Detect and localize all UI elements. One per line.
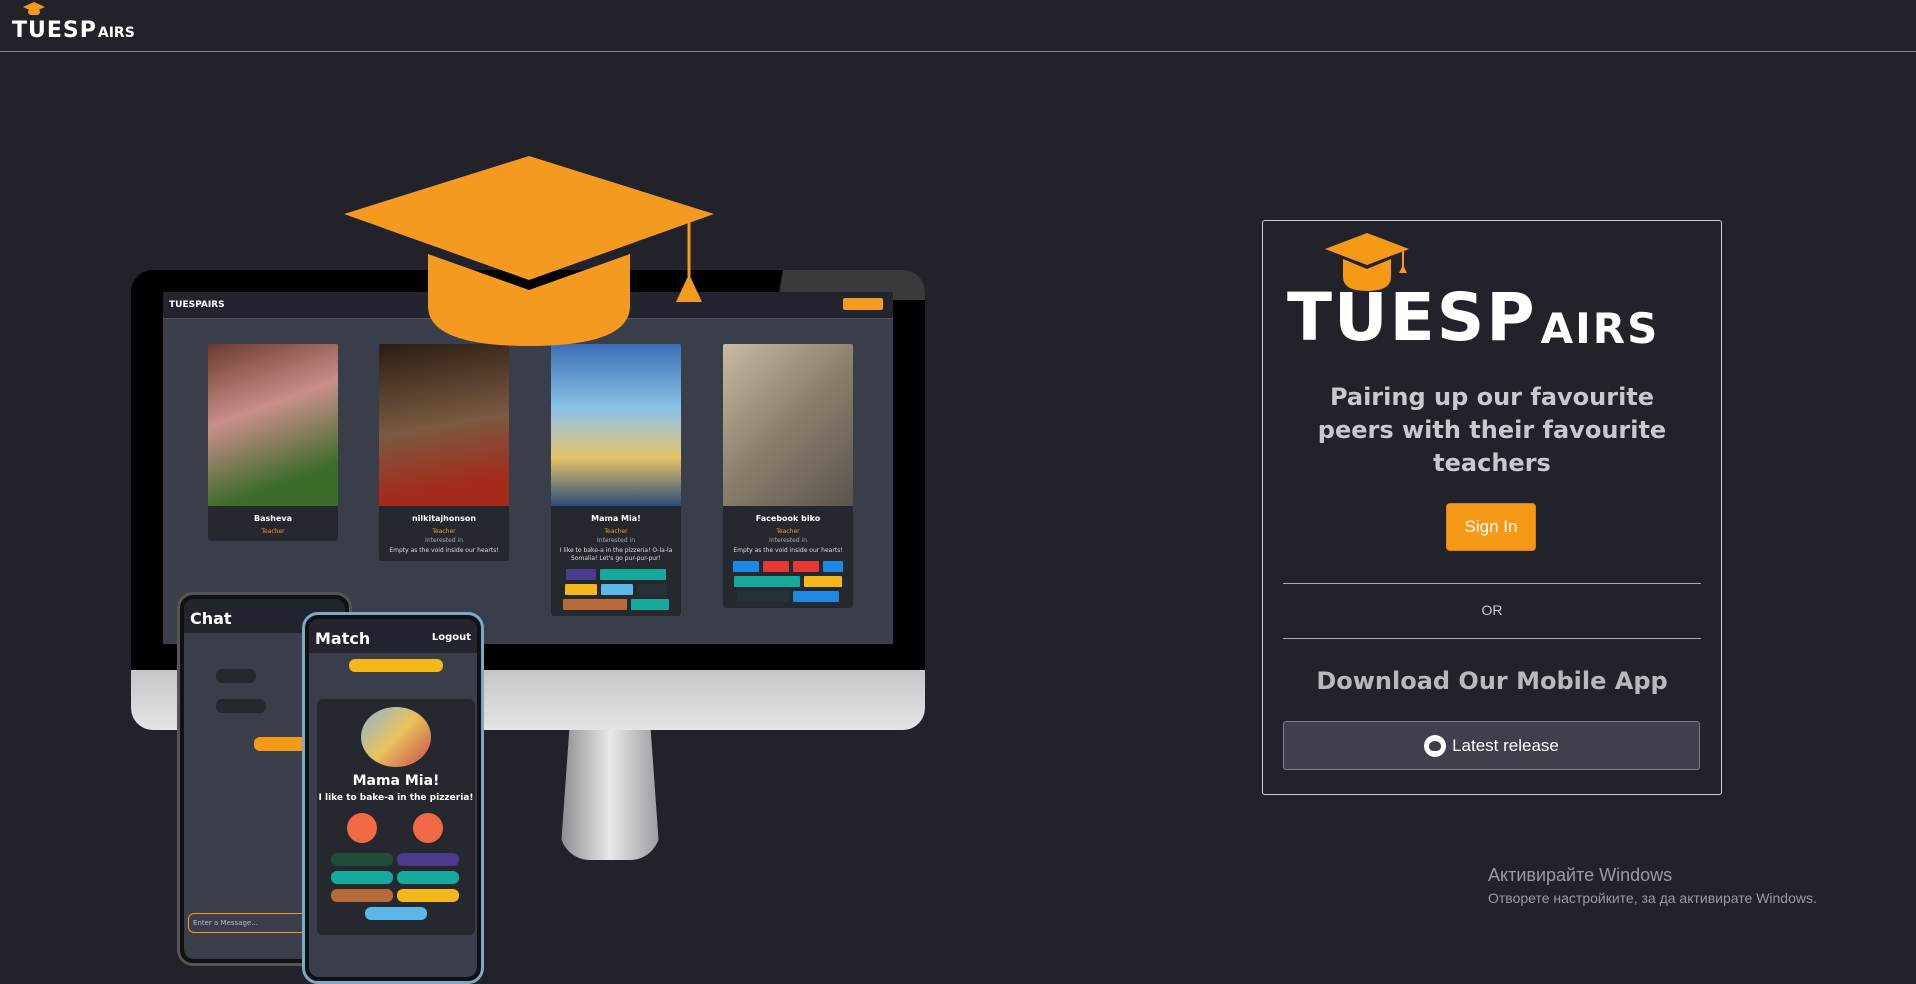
divider [1283, 583, 1701, 584]
phone-logout-label: Logout [431, 632, 471, 643]
navbar-logo[interactable]: TUESP AIRS [12, 2, 135, 43]
panel-logo-suffix: AIRS [1540, 304, 1660, 353]
card-interested: Interested in [769, 537, 807, 544]
tagline: Pairing up our favourite peers with thei… [1317, 383, 1667, 477]
card-name: Mama Mia! [591, 514, 641, 523]
match-desc: I like to bake-a in the pizzeria! [318, 793, 474, 803]
panel-logo: TUESP AIRS [1287, 233, 1697, 353]
panel-logo-main: TUESP [1287, 279, 1537, 356]
phone-match-title: Match [315, 629, 371, 648]
card-role: Teacher [776, 528, 800, 535]
divider [1283, 638, 1701, 639]
download-heading: Download Our Mobile App [1316, 667, 1668, 695]
card-name: Basheva [254, 514, 292, 523]
latest-release-button[interactable]: Latest release [1283, 721, 1700, 770]
windows-activation-watermark: Активирайте Windows Отворете настройките… [1488, 865, 1817, 906]
card-role: Teacher [432, 528, 456, 535]
card-name: nilkitajhonson [411, 514, 477, 523]
hero-illustration: TUESPAIRS Basheva Teacher nilkitajhonson… [0, 52, 1000, 984]
card-role: Teacher [261, 528, 285, 535]
card-interested: Interested in [597, 537, 635, 544]
watermark-line1: Активирайте Windows [1488, 865, 1673, 885]
latest-release-label: Latest release [1452, 735, 1559, 755]
or-separator: OR [1481, 602, 1503, 618]
card-interested: Interested in [425, 537, 463, 544]
graduation-cap-icon [344, 156, 714, 346]
match-button [347, 813, 377, 843]
logo-text-main: TUESP [12, 18, 97, 43]
card-name: Facebook biko [755, 514, 821, 523]
phone-match-mockup: Match Logout Mama Mia! I like to bake-a … [302, 612, 484, 984]
logo-text-suffix: AIRS [97, 25, 135, 41]
card-desc: Empty as the void inside our hearts! [733, 547, 843, 554]
watermark-line2: Отворете настройките, за да активирате W… [1488, 890, 1817, 906]
profile-card: Basheva Teacher [208, 344, 338, 541]
github-icon [1424, 734, 1447, 757]
sign-in-button[interactable]: Sign In [1446, 503, 1536, 551]
card-role: Teacher [604, 528, 628, 535]
graduation-cap-icon [23, 2, 45, 15]
sign-out-button [843, 298, 883, 310]
match-avatar [361, 707, 431, 767]
profile-card: Facebook biko Teacher Interested in Empt… [723, 344, 853, 608]
card-desc: I like to bake-a in the pizzeria! O-la-l… [559, 547, 673, 562]
monitor-stand [560, 720, 660, 860]
top-navbar: TUESP AIRS [0, 0, 1916, 52]
match-card: Mama Mia! I like to bake-a in the pizzer… [317, 699, 475, 935]
skip-button [413, 813, 443, 843]
card-desc: Empty as the void inside our hearts! [389, 547, 499, 554]
phone-chat-title: Chat [190, 609, 232, 628]
profile-card: Mama Mia! Teacher Interested in I like t… [551, 344, 681, 616]
match-name: Mama Mia! [352, 773, 440, 789]
screen-logo: TUESPAIRS [169, 300, 225, 310]
profile-card: nilkitajhonson Teacher Interested in Emp… [379, 344, 509, 561]
login-panel: TUESP AIRS Pairing up our favourite peer… [1262, 220, 1722, 795]
